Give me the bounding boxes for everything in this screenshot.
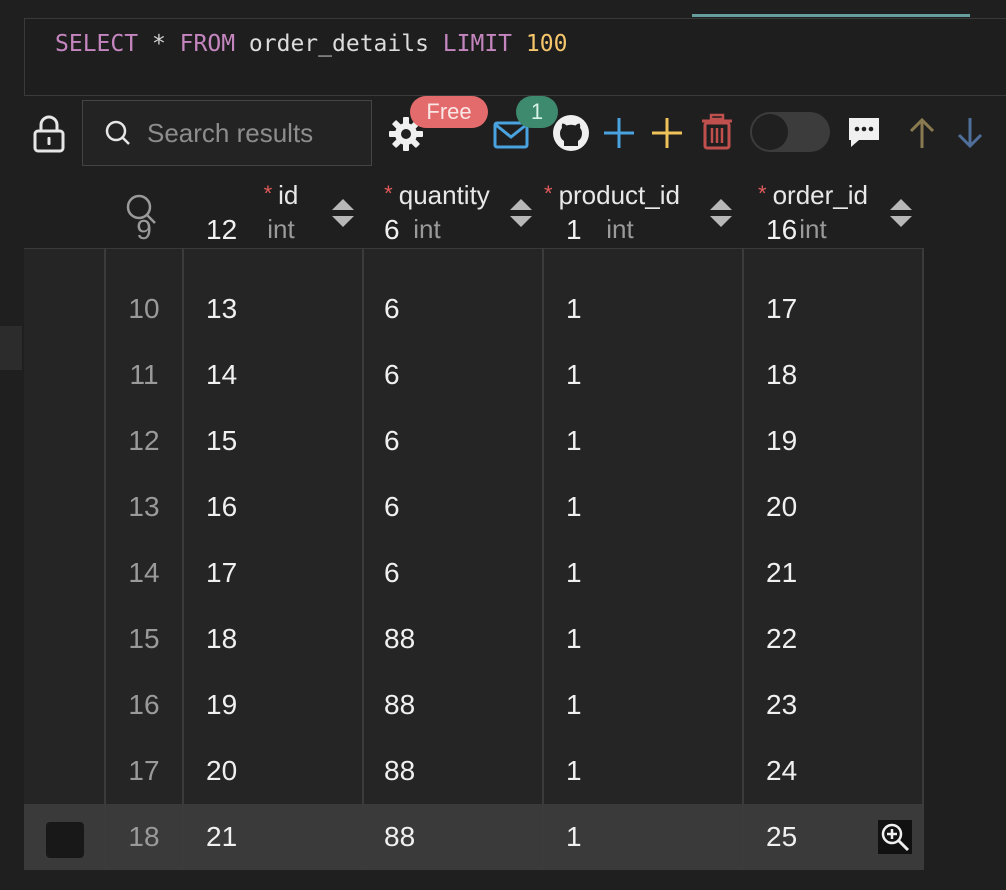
zoom-in-icon[interactable] (878, 820, 912, 854)
toggle-knob (752, 114, 788, 150)
row-checkbox[interactable] (46, 822, 84, 858)
search-icon (105, 120, 130, 145)
sort-down-arrow-icon[interactable] (952, 114, 988, 152)
add-column-icon[interactable] (648, 114, 686, 152)
cell-product-id[interactable]: 1 (566, 804, 582, 870)
keyword-from: FROM (179, 31, 236, 57)
github-icon[interactable] (550, 112, 592, 154)
table-row[interactable]: 10 13 6 1 17 (24, 276, 924, 342)
row-number: 12 (128, 425, 160, 456)
free-badge[interactable]: Free (410, 96, 488, 128)
cell-order-id[interactable]: 19 (766, 408, 797, 474)
cell-id[interactable]: 13 (206, 276, 237, 342)
keyword-select: SELECT (55, 31, 139, 57)
cell-quantity[interactable]: 6 (384, 408, 400, 474)
cell-id[interactable]: 18 (206, 606, 237, 672)
cell-quantity[interactable]: 88 (384, 804, 415, 870)
column-divider (922, 248, 924, 870)
table-row[interactable]: 12 15 6 1 19 (24, 408, 924, 474)
star-symbol: * (151, 31, 166, 57)
table-row[interactable]: 11 14 6 1 18 (24, 342, 924, 408)
cell-order-id[interactable]: 24 (766, 738, 797, 804)
cell-quantity[interactable]: 6 (384, 540, 400, 606)
cell-quantity[interactable]: 88 (384, 672, 415, 738)
lock-icon[interactable] (30, 114, 68, 154)
cell-id[interactable]: 17 (206, 540, 237, 606)
search-box[interactable] (82, 100, 372, 166)
grid-body[interactable]: 9 12 6 1 16 10 13 6 1 17 11 14 6 1 18 12… (24, 214, 924, 870)
table-row[interactable]: 14 17 6 1 21 (24, 540, 924, 606)
cell-product-id[interactable]: 1 (566, 342, 582, 408)
results-toolbar: Free 1 (0, 96, 1006, 170)
cell-product-id[interactable]: 1 (566, 540, 582, 606)
row-number: 10 (128, 293, 160, 324)
row-number: 18 (128, 821, 160, 852)
cell-order-id[interactable]: 17 (766, 276, 797, 342)
cell-order-id[interactable]: 18 (766, 342, 797, 408)
delete-icon[interactable] (698, 112, 736, 152)
cell-order-id[interactable]: 16 (766, 197, 797, 263)
column-divider[interactable] (182, 248, 184, 870)
cell-product-id[interactable]: 1 (566, 276, 582, 342)
cell-id[interactable]: 20 (206, 738, 237, 804)
cell-product-id[interactable]: 1 (566, 672, 582, 738)
results-grid: * id int * quantity int * product_id int * o… (24, 170, 924, 870)
cell-quantity[interactable]: 6 (384, 197, 400, 263)
table-row[interactable]: 13 16 6 1 20 (24, 474, 924, 540)
cell-quantity[interactable]: 88 (384, 606, 415, 672)
cell-order-id[interactable]: 22 (766, 606, 797, 672)
table-row-selected[interactable]: 18 21 88 1 25 (24, 804, 924, 870)
comment-icon[interactable] (846, 114, 882, 150)
column-divider[interactable] (542, 248, 544, 870)
cell-product-id[interactable]: 1 (566, 738, 582, 804)
cell-quantity[interactable]: 88 (384, 738, 415, 804)
column-divider (104, 248, 106, 870)
sort-up-arrow-icon[interactable] (904, 114, 940, 152)
column-divider[interactable] (742, 248, 744, 870)
cell-order-id[interactable]: 20 (766, 474, 797, 540)
row-number: 15 (128, 623, 160, 654)
row-number: 14 (128, 557, 160, 588)
cell-product-id[interactable]: 1 (566, 474, 582, 540)
cell-quantity[interactable]: 6 (384, 276, 400, 342)
panel-edge (0, 326, 22, 370)
row-number: 17 (128, 755, 160, 786)
row-number: 16 (128, 689, 160, 720)
row-number: 9 (136, 214, 152, 245)
search-input[interactable] (145, 116, 369, 150)
cell-product-id[interactable]: 1 (566, 197, 582, 263)
row-number: 13 (128, 491, 160, 522)
table-row[interactable]: 9 12 6 1 16 (24, 197, 924, 263)
table-row[interactable]: 17 20 88 1 24 (24, 738, 924, 804)
row-number: 11 (129, 359, 159, 390)
keyword-limit: LIMIT (442, 31, 513, 57)
cell-id[interactable]: 14 (206, 342, 237, 408)
query-text[interactable]: SELECT * FROM order_details LIMIT 100 (55, 31, 567, 57)
table-name: order_details (248, 31, 429, 57)
cell-quantity[interactable]: 6 (384, 474, 400, 540)
cell-id[interactable]: 12 (206, 197, 237, 263)
cell-quantity[interactable]: 6 (384, 342, 400, 408)
limit-value: 100 (525, 31, 568, 57)
table-row[interactable]: 16 19 88 1 23 (24, 672, 924, 738)
cell-id[interactable]: 21 (206, 804, 237, 870)
cell-product-id[interactable]: 1 (566, 606, 582, 672)
cell-order-id[interactable]: 21 (766, 540, 797, 606)
cell-id[interactable]: 16 (206, 474, 237, 540)
cell-product-id[interactable]: 1 (566, 408, 582, 474)
cell-id[interactable]: 19 (206, 672, 237, 738)
column-divider[interactable] (362, 248, 364, 870)
table-row[interactable]: 15 18 88 1 22 (24, 606, 924, 672)
cell-order-id[interactable]: 25 (766, 804, 797, 870)
add-row-icon[interactable] (600, 114, 638, 152)
query-editor[interactable]: SELECT * FROM order_details LIMIT 100 (24, 18, 1006, 96)
cell-id[interactable]: 15 (206, 408, 237, 474)
editor-accent-line (692, 14, 970, 17)
toggle-switch[interactable] (750, 112, 830, 152)
cell-order-id[interactable]: 23 (766, 672, 797, 738)
